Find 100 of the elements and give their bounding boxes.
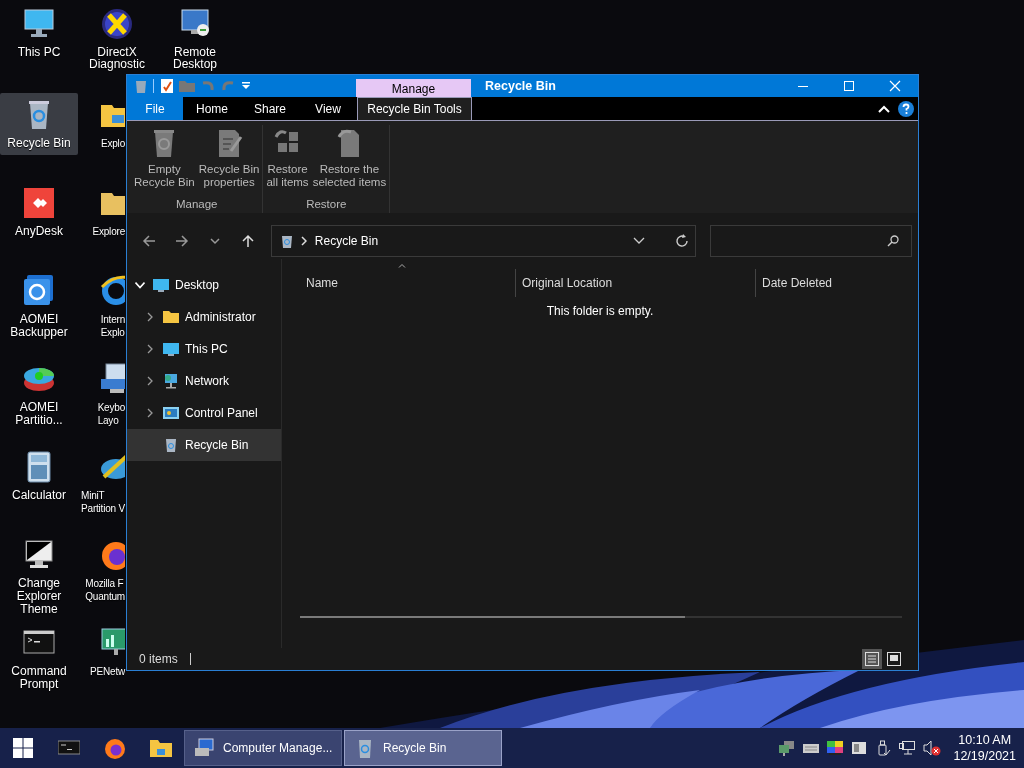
ribbon-tab[interactable]: View — [299, 97, 357, 120]
search-field[interactable] — [710, 225, 912, 257]
desktop-icon-label: Intern Explo — [100, 313, 125, 339]
monitor-icon — [153, 277, 169, 293]
desktop-icon[interactable]: This PC — [0, 2, 78, 58]
desktop-icon-label: Command Prompt — [11, 665, 67, 691]
chevron-right-icon — [300, 236, 307, 246]
contextual-tab-group: Manage — [356, 79, 471, 97]
tree-item[interactable]: Recycle Bin — [127, 429, 281, 461]
item-count: 0 items — [139, 652, 178, 666]
usb-drive-icon[interactable] — [875, 740, 892, 756]
network-icon — [163, 373, 179, 389]
desktop-icon-label: Calculator — [12, 489, 66, 502]
forward-arrow-icon[interactable] — [174, 233, 191, 249]
window-title: Recycle Bin — [485, 79, 557, 93]
windows-logo-icon — [13, 738, 33, 758]
recycle-bin-icon — [280, 234, 293, 248]
large-icons-view-icon[interactable] — [884, 649, 904, 669]
desktop-icon-label: MiniT Partition V — [81, 489, 125, 515]
desktop-icon-label: PENetw — [90, 665, 125, 678]
ribbon-tab[interactable]: Share — [241, 97, 299, 120]
back-arrow-icon[interactable] — [141, 233, 158, 249]
monitor-icon — [163, 341, 179, 357]
breadcrumb[interactable]: Recycle Bin — [314, 234, 626, 248]
control-panel-icon — [163, 405, 179, 421]
maximize-icon[interactable] — [843, 80, 855, 92]
folder-icon — [163, 309, 179, 325]
desktop-icon[interactable]: Change Explorer Theme — [0, 533, 78, 621]
column-header[interactable]: Original Location — [516, 269, 756, 297]
taskbar-button[interactable]: Computer Manage... — [184, 730, 342, 766]
panel-icon[interactable] — [851, 740, 868, 756]
desktop-icon-label: Recycle Bin — [7, 137, 71, 150]
color-monitor-icon[interactable] — [827, 740, 844, 756]
x-circle-icon — [99, 6, 135, 42]
desktop-icon-label: Change Explorer Theme — [15, 577, 63, 616]
tree-item[interactable]: This PC — [127, 333, 281, 365]
search-icon — [887, 235, 899, 247]
chevron-right-icon[interactable] — [145, 376, 155, 386]
ribbon-button[interactable]: Empty Recycle Bin — [133, 125, 196, 198]
desktop-icon-label: Explore — [92, 225, 125, 238]
ribbon-tab[interactable]: File — [127, 97, 183, 120]
divider-icon — [153, 79, 155, 93]
chevron-right-icon[interactable] — [145, 344, 155, 354]
desktop-icon[interactable]: Calculator — [0, 445, 78, 507]
tree-item[interactable]: Administrator — [127, 301, 281, 333]
ribbon-group-label: Manage — [174, 198, 219, 212]
clock[interactable]: 10:10 AM 12/19/2021 — [949, 732, 1024, 764]
ribbon-button[interactable]: Restore the selected items — [311, 125, 388, 198]
chevron-right-icon[interactable] — [145, 312, 155, 322]
desktop-icon-label: AOMEI Backupper — [10, 313, 68, 339]
diamond-arrows-icon — [21, 185, 57, 221]
document-check-icon[interactable] — [161, 79, 173, 93]
desktop-icon-label: Remote Desktop — [173, 46, 217, 70]
close-icon[interactable] — [889, 80, 901, 92]
desktop-icon[interactable]: Remote Desktop — [156, 2, 234, 70]
desktop-icon[interactable]: AOMEI Partitio... — [0, 357, 78, 432]
desktop-icon[interactable]: Command Prompt — [0, 621, 78, 696]
column-header[interactable]: Date Deleted — [756, 269, 896, 297]
divider-icon — [189, 653, 191, 665]
speaker-muted-icon[interactable] — [923, 740, 942, 756]
desktop-icon[interactable]: DirectX Diagnostic — [78, 2, 156, 70]
desktop-icon-label: Explo — [101, 137, 125, 150]
clock-time: 10:10 AM — [958, 732, 1012, 748]
desktop-icon[interactable]: Explore — [78, 181, 125, 243]
clock-date: 12/19/2021 — [953, 748, 1016, 764]
tree-item[interactable]: Control Panel — [127, 397, 281, 429]
ribbon-button[interactable]: Recycle Bin properties — [197, 125, 261, 198]
empty-folder-message: This folder is empty. — [545, 304, 655, 318]
ribbon-tab[interactable]: Home — [183, 97, 241, 120]
details-view-icon[interactable] — [862, 649, 882, 669]
ribbon-group-label: Restore — [305, 198, 348, 212]
recycle-bin-icon — [163, 437, 179, 453]
chevron-down-icon[interactable] — [633, 237, 646, 245]
tree-item[interactable]: Desktop — [127, 269, 281, 301]
address-bar[interactable]: Recycle Bin — [270, 225, 697, 257]
desktop-icon[interactable]: AOMEI Backupper — [0, 269, 78, 344]
desktop-icon-label: This PC — [17, 46, 61, 58]
column-header[interactable]: Name — [300, 269, 516, 297]
network-icon[interactable] — [899, 740, 916, 756]
desktop-icon-label: DirectX Diagnostic — [89, 46, 145, 70]
ribbon-tab[interactable]: Recycle Bin Tools — [357, 97, 472, 120]
taskbar-button[interactable]: Recycle Bin — [344, 730, 502, 766]
desktop-icon-label: Mozilla F Quantum — [85, 577, 125, 603]
desktop-icon-label: AOMEI Partitio... — [15, 401, 63, 427]
horizontal-scrollbar[interactable] — [300, 616, 902, 618]
desktop-icon[interactable]: Intern Explo — [78, 269, 125, 344]
desktop-icon[interactable]: Keybo Layo — [78, 357, 125, 432]
network-computers-icon[interactable] — [779, 740, 796, 756]
desktop-icon-label: AnyDesk — [15, 225, 63, 238]
desktop-icon[interactable]: AnyDesk — [0, 181, 78, 243]
chevron-right-icon[interactable] — [145, 408, 155, 418]
ribbon-button[interactable]: Restore all items — [265, 125, 310, 198]
tree-item[interactable]: Network — [127, 365, 281, 397]
dropdown-icon[interactable] — [241, 81, 251, 91]
help-icon[interactable] — [898, 100, 914, 117]
desktop-icon[interactable]: Recycle Bin — [0, 93, 78, 155]
desktop-icon-label: Keybo Layo — [97, 401, 125, 427]
desktop-icon[interactable]: PENetw — [78, 621, 125, 683]
collapse-caret-icon[interactable] — [878, 104, 890, 113]
refresh-icon[interactable] — [675, 234, 690, 248]
